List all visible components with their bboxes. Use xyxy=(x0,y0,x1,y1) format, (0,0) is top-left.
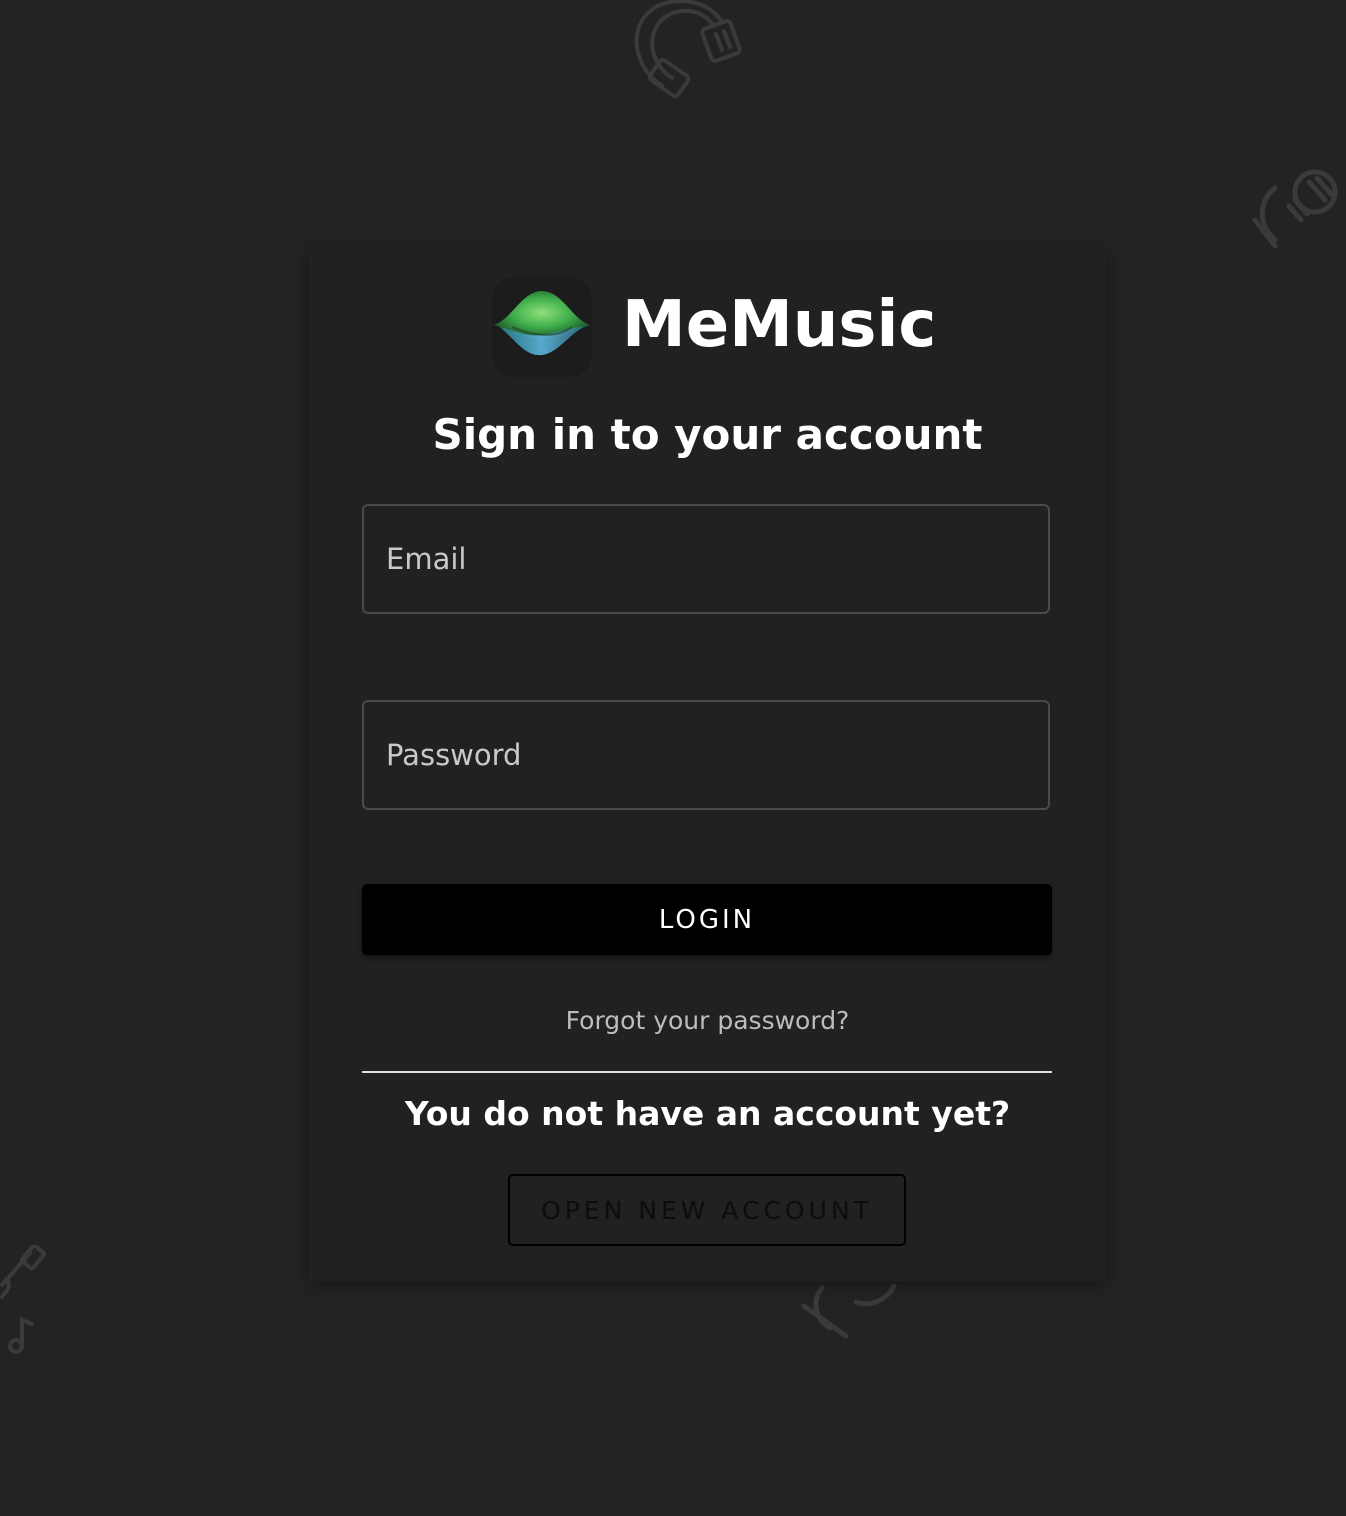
guitar-icon xyxy=(0,1245,46,1317)
login-button[interactable]: LOGIN xyxy=(362,884,1052,955)
email-field[interactable] xyxy=(362,504,1050,614)
forgot-password-link[interactable]: Forgot your password? xyxy=(309,1003,1106,1039)
login-card: MeMusic Sign in to your account LOGIN Fo… xyxy=(309,247,1106,1281)
page-title: Sign in to your account xyxy=(432,410,983,459)
microphone-icon xyxy=(796,1278,900,1342)
music-note-icon xyxy=(6,1316,36,1358)
divider xyxy=(362,1071,1052,1073)
headphones-icon xyxy=(622,0,750,108)
brand-name: MeMusic xyxy=(622,288,937,362)
microphone-icon xyxy=(1245,160,1346,256)
no-account-text: You do not have an account yet? xyxy=(404,1094,1011,1133)
memusic-logo-icon xyxy=(492,277,592,377)
email-input[interactable] xyxy=(364,506,1048,612)
password-field[interactable] xyxy=(362,700,1050,810)
password-input[interactable] xyxy=(364,702,1048,808)
brand-logo: MeMusic xyxy=(309,275,1106,377)
open-new-account-button[interactable]: OPEN NEW ACCOUNT xyxy=(508,1174,906,1246)
